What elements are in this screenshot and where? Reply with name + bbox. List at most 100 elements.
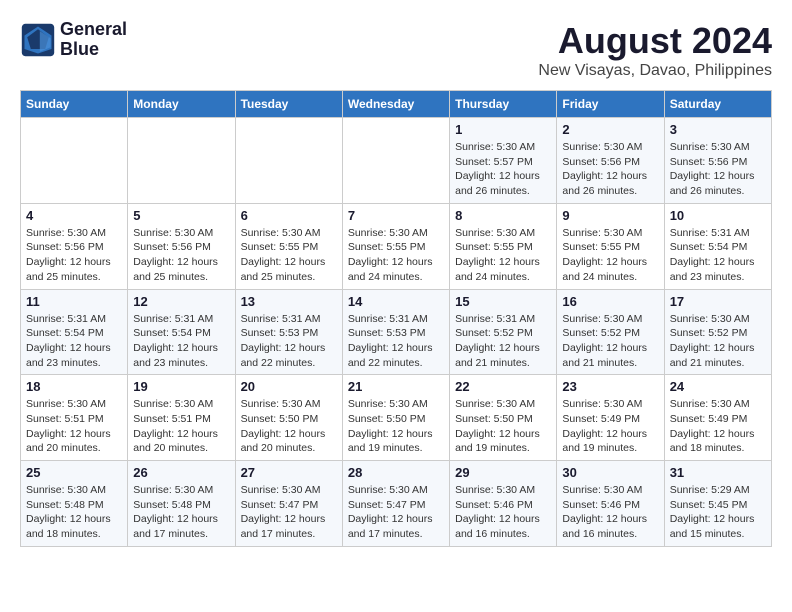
day-info: Sunrise: 5:30 AM Sunset: 5:46 PM Dayligh…	[455, 483, 551, 542]
day-number: 7	[348, 208, 444, 223]
weekday-header-sunday: Sunday	[21, 91, 128, 118]
day-info: Sunrise: 5:30 AM Sunset: 5:56 PM Dayligh…	[133, 226, 229, 285]
day-number: 15	[455, 294, 551, 309]
day-info: Sunrise: 5:30 AM Sunset: 5:52 PM Dayligh…	[670, 312, 766, 371]
week-row-5: 25Sunrise: 5:30 AM Sunset: 5:48 PM Dayli…	[21, 461, 772, 547]
day-number: 8	[455, 208, 551, 223]
day-number: 11	[26, 294, 122, 309]
day-info: Sunrise: 5:31 AM Sunset: 5:53 PM Dayligh…	[348, 312, 444, 371]
day-info: Sunrise: 5:29 AM Sunset: 5:45 PM Dayligh…	[670, 483, 766, 542]
day-info: Sunrise: 5:30 AM Sunset: 5:47 PM Dayligh…	[241, 483, 337, 542]
day-number: 3	[670, 122, 766, 137]
calendar-cell: 24Sunrise: 5:30 AM Sunset: 5:49 PM Dayli…	[664, 375, 771, 461]
calendar-cell: 7 Sunrise: 5:30 AM Sunset: 5:55 PM Daylig…	[342, 203, 449, 289]
weekday-header-thursday: Thursday	[450, 91, 557, 118]
calendar-cell: 13 Sunrise: 5:31 AM Sunset: 5:53 PM Dayli…	[235, 289, 342, 375]
day-info: Sunrise: 5:30 AM Sunset: 5:55 PM Dayligh…	[241, 226, 337, 285]
day-number: 4	[26, 208, 122, 223]
weekday-header-saturday: Saturday	[664, 91, 771, 118]
calendar-table: SundayMondayTuesdayWednesdayThursdayFrid…	[20, 90, 772, 547]
logo-text: General Blue	[60, 20, 127, 60]
calendar-cell: 26 Sunrise: 5:30 AM Sunset: 5:48 PM Dayli…	[128, 461, 235, 547]
calendar-cell	[128, 118, 235, 204]
day-info: Sunrise: 5:31 AM Sunset: 5:54 PM Dayligh…	[26, 312, 122, 371]
day-info: Sunrise: 5:30 AM Sunset: 5:48 PM Dayligh…	[133, 483, 229, 542]
calendar-cell: 20 Sunrise: 5:30 AM Sunset: 5:50 PM Dayli…	[235, 375, 342, 461]
weekday-header-row: SundayMondayTuesdayWednesdayThursdayFrid…	[21, 91, 772, 118]
calendar-cell: 14 Sunrise: 5:31 AM Sunset: 5:53 PM Dayli…	[342, 289, 449, 375]
calendar-cell: 1 Sunrise: 5:30 AM Sunset: 5:57 PM Daylig…	[450, 118, 557, 204]
calendar-cell: 3 Sunrise: 5:30 AM Sunset: 5:56 PM Daylig…	[664, 118, 771, 204]
weekday-header-monday: Monday	[128, 91, 235, 118]
day-number: 31	[670, 465, 766, 480]
day-info: Sunrise: 5:30 AM Sunset: 5:56 PM Dayligh…	[26, 226, 122, 285]
calendar-cell: 29 Sunrise: 5:30 AM Sunset: 5:46 PM Dayli…	[450, 461, 557, 547]
day-info: Sunrise: 5:30 AM Sunset: 5:56 PM Dayligh…	[670, 140, 766, 199]
day-info: Sunrise: 5:30 AM Sunset: 5:51 PM Dayligh…	[26, 397, 122, 456]
title-block: August 2024 New Visayas, Davao, Philippi…	[538, 20, 772, 80]
day-number: 9	[562, 208, 658, 223]
day-number: 6	[241, 208, 337, 223]
day-info: Sunrise: 5:30 AM Sunset: 5:49 PM Dayligh…	[670, 397, 766, 456]
calendar-cell: 23Sunrise: 5:30 AM Sunset: 5:49 PM Dayli…	[557, 375, 664, 461]
calendar-cell: 4 Sunrise: 5:30 AM Sunset: 5:56 PM Daylig…	[21, 203, 128, 289]
calendar-cell: 5 Sunrise: 5:30 AM Sunset: 5:56 PM Daylig…	[128, 203, 235, 289]
day-number: 27	[241, 465, 337, 480]
day-number: 17	[670, 294, 766, 309]
calendar-cell: 18Sunrise: 5:30 AM Sunset: 5:51 PM Dayli…	[21, 375, 128, 461]
day-number: 29	[455, 465, 551, 480]
day-number: 20	[241, 379, 337, 394]
calendar-cell: 27 Sunrise: 5:30 AM Sunset: 5:47 PM Dayli…	[235, 461, 342, 547]
day-number: 10	[670, 208, 766, 223]
day-number: 12	[133, 294, 229, 309]
day-number: 13	[241, 294, 337, 309]
day-info: Sunrise: 5:30 AM Sunset: 5:55 PM Dayligh…	[562, 226, 658, 285]
page-header: General Blue August 2024 New Visayas, Da…	[20, 20, 772, 80]
calendar-cell: 25Sunrise: 5:30 AM Sunset: 5:48 PM Dayli…	[21, 461, 128, 547]
day-info: Sunrise: 5:31 AM Sunset: 5:54 PM Dayligh…	[670, 226, 766, 285]
week-row-1: 1 Sunrise: 5:30 AM Sunset: 5:57 PM Daylig…	[21, 118, 772, 204]
weekday-header-friday: Friday	[557, 91, 664, 118]
day-info: Sunrise: 5:30 AM Sunset: 5:55 PM Dayligh…	[455, 226, 551, 285]
calendar-cell	[235, 118, 342, 204]
day-info: Sunrise: 5:30 AM Sunset: 5:57 PM Dayligh…	[455, 140, 551, 199]
day-info: Sunrise: 5:30 AM Sunset: 5:50 PM Dayligh…	[241, 397, 337, 456]
day-number: 28	[348, 465, 444, 480]
calendar-cell	[342, 118, 449, 204]
day-info: Sunrise: 5:30 AM Sunset: 5:50 PM Dayligh…	[455, 397, 551, 456]
calendar-cell: 19Sunrise: 5:30 AM Sunset: 5:51 PM Dayli…	[128, 375, 235, 461]
calendar-cell: 16Sunrise: 5:30 AM Sunset: 5:52 PM Dayli…	[557, 289, 664, 375]
day-info: Sunrise: 5:30 AM Sunset: 5:46 PM Dayligh…	[562, 483, 658, 542]
location: New Visayas, Davao, Philippines	[538, 62, 772, 80]
calendar-cell: 30 Sunrise: 5:30 AM Sunset: 5:46 PM Dayli…	[557, 461, 664, 547]
calendar-cell: 21Sunrise: 5:30 AM Sunset: 5:50 PM Dayli…	[342, 375, 449, 461]
calendar-cell: 11 Sunrise: 5:31 AM Sunset: 5:54 PM Dayli…	[21, 289, 128, 375]
calendar-cell: 17 Sunrise: 5:30 AM Sunset: 5:52 PM Dayli…	[664, 289, 771, 375]
day-number: 30	[562, 465, 658, 480]
day-number: 26	[133, 465, 229, 480]
calendar-cell: 12 Sunrise: 5:31 AM Sunset: 5:54 PM Dayli…	[128, 289, 235, 375]
day-number: 16	[562, 294, 658, 309]
day-number: 14	[348, 294, 444, 309]
day-info: Sunrise: 5:30 AM Sunset: 5:49 PM Dayligh…	[562, 397, 658, 456]
day-number: 5	[133, 208, 229, 223]
day-info: Sunrise: 5:31 AM Sunset: 5:53 PM Dayligh…	[241, 312, 337, 371]
day-number: 21	[348, 379, 444, 394]
week-row-4: 18Sunrise: 5:30 AM Sunset: 5:51 PM Dayli…	[21, 375, 772, 461]
calendar-cell: 8 Sunrise: 5:30 AM Sunset: 5:55 PM Daylig…	[450, 203, 557, 289]
day-info: Sunrise: 5:30 AM Sunset: 5:55 PM Dayligh…	[348, 226, 444, 285]
day-info: Sunrise: 5:31 AM Sunset: 5:54 PM Dayligh…	[133, 312, 229, 371]
logo: General Blue	[20, 20, 127, 60]
calendar-cell: 9 Sunrise: 5:30 AM Sunset: 5:55 PM Daylig…	[557, 203, 664, 289]
day-number: 22	[455, 379, 551, 394]
day-number: 1	[455, 122, 551, 137]
calendar-cell: 22 Sunrise: 5:30 AM Sunset: 5:50 PM Dayli…	[450, 375, 557, 461]
logo-icon	[20, 22, 56, 58]
calendar-cell: 6 Sunrise: 5:30 AM Sunset: 5:55 PM Daylig…	[235, 203, 342, 289]
weekday-header-wednesday: Wednesday	[342, 91, 449, 118]
month-year: August 2024	[538, 20, 772, 62]
calendar-cell: 31 Sunrise: 5:29 AM Sunset: 5:45 PM Dayli…	[664, 461, 771, 547]
week-row-3: 11 Sunrise: 5:31 AM Sunset: 5:54 PM Dayli…	[21, 289, 772, 375]
day-info: Sunrise: 5:30 AM Sunset: 5:47 PM Dayligh…	[348, 483, 444, 542]
week-row-2: 4 Sunrise: 5:30 AM Sunset: 5:56 PM Daylig…	[21, 203, 772, 289]
